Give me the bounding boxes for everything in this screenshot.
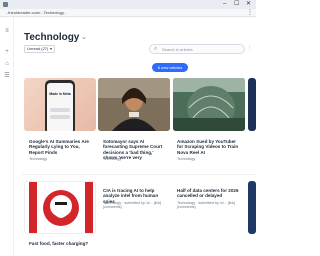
tab-favicon-icon <box>3 2 8 7</box>
chevron-down-icon: ▾ <box>49 46 52 51</box>
article-meta-6: Technology · submitted by /u/... [link] … <box>103 201 162 210</box>
mascot-illustration <box>25 182 95 233</box>
search-icon: ⌕ <box>154 46 158 52</box>
portrait-photo <box>98 78 170 131</box>
title-dropdown-icon[interactable]: ⌄ <box>81 33 87 41</box>
search-placeholder: Search in articles <box>162 47 193 52</box>
article-image-8[interactable] <box>248 181 256 234</box>
article-meta-2: Technology <box>103 157 122 161</box>
row-divider <box>22 174 256 175</box>
article-image-3[interactable] <box>173 78 245 131</box>
list-icon[interactable]: ☰ <box>4 73 10 79</box>
maximize-button[interactable]: ☐ <box>234 1 239 8</box>
url-text[interactable]: ..theoldreader.com/...Technology.. <box>6 10 66 16</box>
article-title-5[interactable]: Fast food, faster charging? <box>29 241 93 246</box>
home-icon[interactable]: ⌂ <box>4 61 10 67</box>
filter-label: Unread (27) <box>27 46 49 51</box>
more-icon[interactable]: ⋮ <box>247 45 252 51</box>
article-title-1[interactable]: Google's AI Summaries Are Regularly Lyin… <box>29 139 91 155</box>
phone-screen-label: Made in Meta <box>49 92 71 96</box>
phone-illustration <box>45 80 75 131</box>
article-image-1[interactable]: Made in Meta <box>24 78 96 131</box>
page-title: Technology <box>24 32 80 43</box>
building-photo <box>173 78 245 131</box>
minimize-button[interactable]: – <box>223 1 226 8</box>
article-title-7[interactable]: Half of data centers for 2026 cancelled … <box>177 188 243 199</box>
add-icon[interactable]: + <box>4 49 10 55</box>
close-button[interactable]: ✕ <box>246 1 251 8</box>
left-sidebar: ≡ + ⌂ ☰ <box>0 17 14 256</box>
search-input[interactable]: ⌕ Search in articles <box>149 44 245 54</box>
article-image-5[interactable] <box>24 181 96 234</box>
article-title-3[interactable]: Amazon Sued by YouTuber for Scraping Vid… <box>177 139 241 155</box>
unread-filter-dropdown[interactable]: Unread (27) ▾ <box>24 45 55 53</box>
article-meta-3: Technology <box>177 157 196 161</box>
address-bar[interactable]: ..theoldreader.com/...Technology.. ⋮ <box>0 9 256 17</box>
browser-titlebar: – ☐ ✕ <box>0 0 256 9</box>
article-meta-1: Technology <box>29 157 48 161</box>
article-image-2[interactable] <box>98 78 170 131</box>
browser-menu-icon[interactable]: ⋮ <box>247 9 253 16</box>
article-image-4[interactable] <box>248 78 256 131</box>
new-articles-button[interactable]: 6 new articles <box>152 63 188 72</box>
article-meta-7: Technology · submitted by /u/... [link] … <box>177 201 236 210</box>
menu-icon[interactable]: ≡ <box>4 28 10 34</box>
